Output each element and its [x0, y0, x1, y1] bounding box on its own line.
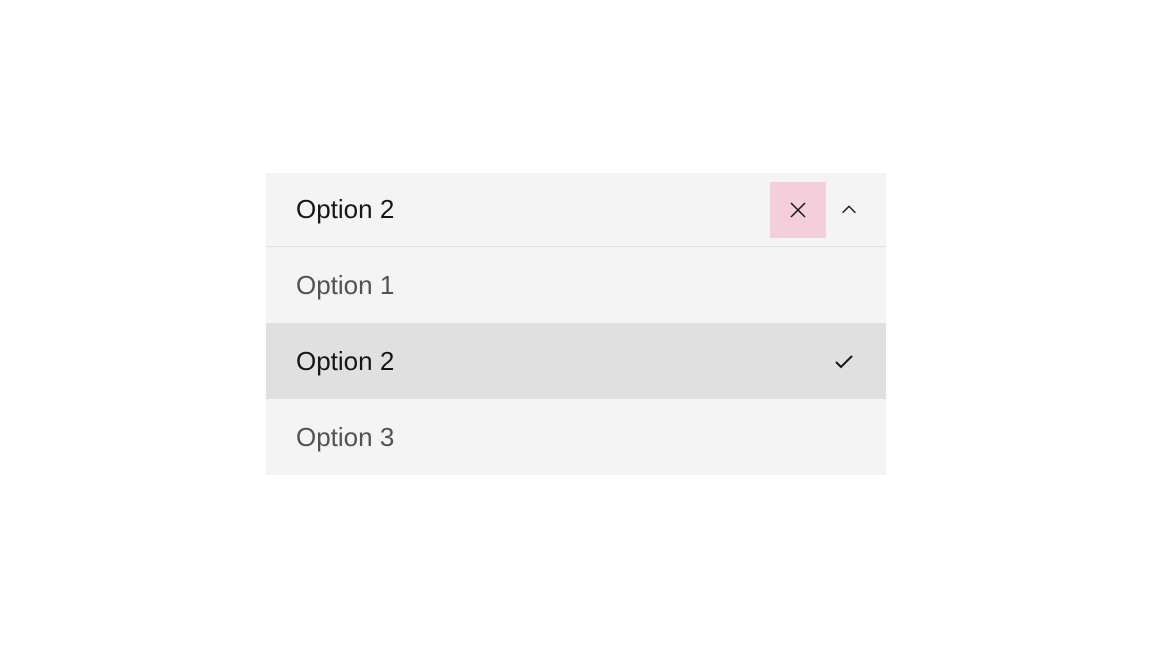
dropdown-trigger[interactable]: Option 2: [266, 173, 886, 247]
option-label: Option 2: [296, 346, 394, 377]
clear-button[interactable]: [770, 182, 826, 238]
checkmark-icon: [832, 349, 856, 373]
dropdown-option[interactable]: Option 3: [266, 399, 886, 475]
dropdown-selected-value: Option 2: [296, 194, 394, 225]
option-label: Option 3: [296, 422, 394, 453]
dropdown-option[interactable]: Option 2: [266, 323, 886, 399]
dropdown-controls: [770, 182, 872, 238]
dropdown-option[interactable]: Option 1: [266, 247, 886, 323]
collapse-button[interactable]: [826, 182, 872, 238]
chevron-up-icon: [838, 199, 860, 221]
dropdown-list: Option 1 Option 2 Option 3: [266, 247, 886, 475]
dropdown: Option 2 Option 1 Option 2: [266, 173, 886, 475]
option-label: Option 1: [296, 270, 394, 301]
close-icon: [786, 198, 810, 222]
